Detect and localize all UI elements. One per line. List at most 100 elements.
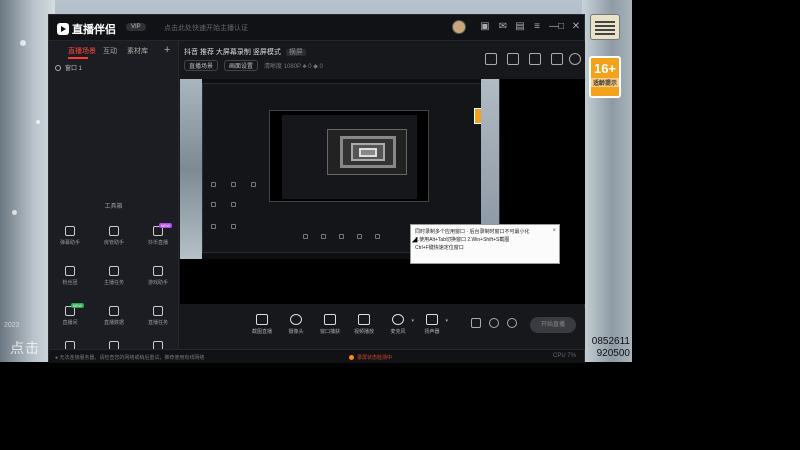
logo-icon (57, 23, 69, 35)
control-label: 截图直播 (251, 329, 272, 335)
app-name: 直播伴侣 (72, 24, 116, 36)
tool-share[interactable] (143, 341, 173, 349)
control-label: 摄像头 (288, 329, 304, 335)
new-badge: NEW (70, 303, 84, 308)
avatar[interactable] (452, 20, 466, 34)
share-icon[interactable] (569, 53, 581, 65)
nested-preview-3 (327, 129, 407, 175)
download-icon[interactable] (551, 53, 563, 65)
title-bar: 直播伴侣 VIP 点击此处快速开始主播认证 ▣ ✉ ▤ ≡ — □ ✕ (49, 15, 584, 41)
tool-label: 主播任务 (103, 280, 124, 286)
cloud-icon (153, 341, 163, 349)
shield-icon (65, 266, 75, 276)
chevron-down-icon[interactable]: ▾ (445, 318, 448, 324)
tool-coin-live[interactable]: NEW 抖币直播 (143, 223, 173, 254)
tool-host-task[interactable]: 主播任务 (99, 266, 129, 294)
eye-icon[interactable] (55, 65, 61, 71)
camera-icon (290, 314, 302, 325)
message-icon[interactable]: ✉ (497, 21, 509, 33)
microphone-button[interactable]: 麦克风 ▾ (384, 314, 414, 335)
tab-scenes[interactable]: 直播场景 (68, 46, 96, 56)
nested-control-icon (375, 234, 380, 239)
live-preview[interactable]: × 同时录制多个应用窗口 · 后台录制时窗口不可最小化 1.使用Alt+Tab切… (180, 79, 585, 304)
desktop-number-1: 0852611 (591, 336, 630, 347)
nested-preview-5 (351, 143, 385, 161)
timer-icon[interactable] (489, 318, 499, 328)
orientation-tag[interactable]: 横屏 (285, 49, 306, 56)
nested-tool-icon (231, 182, 236, 187)
gift-icon[interactable]: ▣ (479, 21, 491, 33)
nested-control-icon (339, 234, 344, 239)
tip-line: Ctrl+F键快速定位窗口 (415, 245, 464, 251)
gear-icon (65, 341, 75, 349)
tool-more[interactable] (99, 341, 129, 349)
notice-text[interactable]: 点击此处快速开始主播认证 (164, 23, 248, 33)
control-label: 扬声器 (424, 329, 440, 335)
camera-button[interactable]: 摄像头 (282, 314, 310, 335)
record-icon[interactable] (471, 318, 481, 328)
nested-preview-6 (359, 148, 377, 157)
tab-materials[interactable]: 素材库 (127, 46, 148, 56)
tool-settings[interactable] (55, 341, 85, 349)
tool-label: 直播间 (62, 320, 78, 326)
app-window: 直播伴侣 VIP 点击此处快速开始主播认证 ▣ ✉ ▤ ≡ — □ ✕ 直播场景… (48, 14, 585, 363)
close-tip-button[interactable]: × (552, 227, 556, 235)
document-icon[interactable] (485, 53, 497, 65)
shirt-icon[interactable]: ▤ (514, 21, 526, 33)
scene-header: 抖音 推荐 大屏幕录制 竖屏模式 横屏 直播场景 画面设置 清晰度 1080P ♣ 0… (180, 41, 585, 79)
tool-live-task[interactable]: 直播任务 (143, 306, 173, 334)
tool-label: 直播任务 (147, 320, 168, 326)
new-badge: NEW (158, 223, 172, 228)
warning-dot-icon (349, 355, 354, 360)
chevron-down-icon[interactable]: ▾ (411, 318, 414, 324)
control-label: 窗口捕获 (319, 329, 340, 335)
tool-label: 抖币直播 (147, 240, 168, 246)
scene-list-item[interactable]: 窗口 1 (55, 63, 173, 75)
tool-fan-club[interactable]: 粉丝团 (55, 266, 85, 294)
nested-control-icon (303, 234, 308, 239)
settings-icon[interactable]: ≡ (531, 21, 543, 33)
add-scene-button[interactable]: + (164, 44, 170, 56)
tool-label: 直播数据 (103, 320, 124, 326)
tool-barrage-helper[interactable]: 弹幕助手 (55, 226, 85, 254)
lock-icon[interactable] (507, 53, 519, 65)
window-capture-button[interactable]: 窗口捕获 (316, 314, 344, 335)
age-rating-badge: 16+ 适龄提示 (589, 56, 621, 98)
vip-badge[interactable]: VIP (126, 23, 146, 31)
app-logo: 直播伴侣 (57, 21, 116, 37)
speaker-button[interactable]: 扬声器 ▾ (418, 314, 448, 335)
network-status: ● 无法连接服务器，请检查您的网络或稍后重试，推荐使用有线网络 (55, 355, 205, 361)
tool-label: 房管助手 (103, 240, 124, 246)
chat-icon (65, 226, 75, 236)
nested-app-window-2 (282, 115, 417, 199)
tool-room-manager[interactable]: 房管助手 (99, 226, 129, 254)
tool-live-data[interactable]: 直播数据 (99, 306, 129, 334)
gear-icon[interactable] (507, 318, 517, 328)
video-play-button[interactable]: 视频播放 (350, 314, 378, 335)
scene-pill[interactable]: 直播场景 (184, 60, 219, 71)
tool-live-room[interactable]: NEW 直播间 (55, 303, 85, 334)
stream-title: 抖音 推荐 大屏幕录制 竖屏模式 横屏 (184, 47, 306, 57)
close-icon[interactable]: ✕ (570, 21, 582, 33)
news-icon[interactable] (590, 14, 620, 40)
start-live-button[interactable]: 开始直播 (530, 317, 576, 333)
tip-line: 同时录制多个应用窗口 · 后台录制时窗口不可最小化 (415, 229, 530, 235)
tool-label: 粉丝团 (62, 280, 78, 286)
tool-game-helper[interactable]: 游戏助手 (143, 266, 173, 294)
stream-meta-text: 清晰度 1080P ♣ 0 ◆ 0 (264, 64, 323, 70)
maximize-icon[interactable]: □ (555, 21, 567, 33)
age-rating-label: 适龄提示 (591, 78, 619, 87)
nested-age-badge (474, 108, 488, 124)
screen-capture-button[interactable]: 截图直播 (248, 314, 276, 335)
stream-title-text: 抖音 推荐 大屏幕录制 竖屏模式 (184, 49, 281, 56)
left-panel-tabs: 直播场景 互动 素材库 + (49, 41, 178, 59)
nested-tool-icon (231, 224, 236, 229)
window-icon[interactable] (529, 53, 541, 65)
settings-pill[interactable]: 画面设置 (224, 60, 259, 71)
checklist-icon (153, 306, 163, 316)
nested-tool-icon (211, 224, 216, 229)
desktop-overlay-text: 点击 (10, 340, 40, 356)
status-warning[interactable]: 录屏状态检测中 (349, 354, 392, 361)
tab-interaction[interactable]: 互动 (103, 46, 117, 56)
source-controls: 截图直播 摄像头 窗口捕获 视频播放 麦克风 ▾ 扬声器 ▾ 开始直播 (180, 308, 585, 349)
